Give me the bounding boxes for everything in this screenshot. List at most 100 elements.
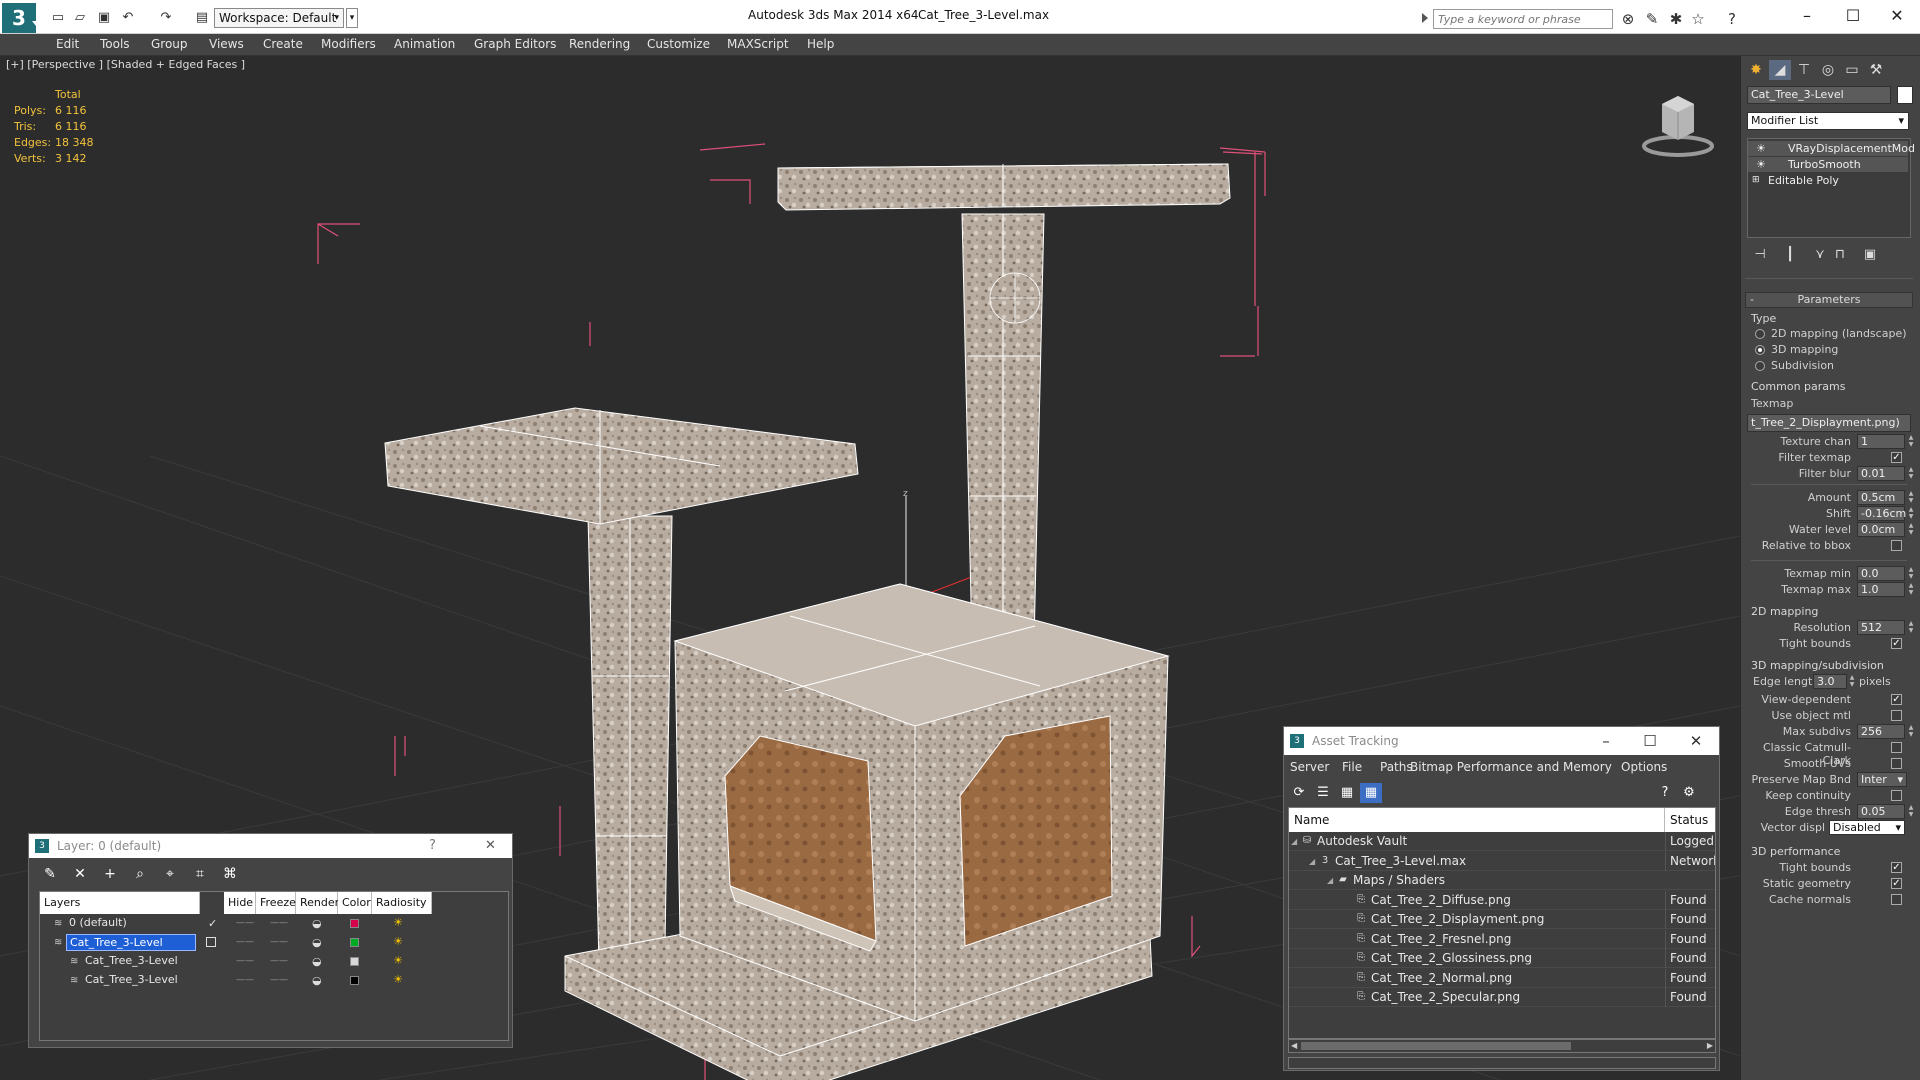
- minimize-button[interactable]: –: [1784, 0, 1830, 32]
- 3d-keep-continuity-checkbox[interactable]: [1891, 790, 1902, 801]
- active-layer-check-icon[interactable]: ✓: [208, 914, 217, 933]
- 3d-use-object-mtl-checkbox[interactable]: [1891, 710, 1902, 721]
- show-end-result-icon[interactable]: ┃: [1781, 246, 1799, 264]
- menu-animation[interactable]: Animation: [394, 37, 455, 51]
- layer-name[interactable]: Cat_Tree_3-Level: [66, 934, 196, 951]
- menu-graph-editors[interactable]: Graph Editors: [474, 37, 556, 51]
- spinner-icon[interactable]: ▲ ▼: [1907, 466, 1915, 481]
- spinner-icon[interactable]: ▲ ▼: [1907, 566, 1915, 581]
- spinner-icon[interactable]: ▲ ▼: [1907, 582, 1915, 597]
- 3d-max-subdivs-field[interactable]: 256: [1857, 724, 1905, 739]
- bulb-icon[interactable]: ☀: [1756, 141, 1766, 156]
- parameters-rollout-header[interactable]: - Parameters: [1745, 292, 1913, 308]
- spinner-icon[interactable]: ▲ ▼: [1907, 804, 1915, 819]
- 3d-smooth-uvs-checkbox[interactable]: [1891, 758, 1902, 769]
- help-icon[interactable]: ?: [1654, 783, 1676, 803]
- app-logo-icon[interactable]: 3: [2, 3, 40, 33]
- relative-to-bbox-checkbox[interactable]: [1891, 540, 1902, 551]
- spinner-icon[interactable]: ▲ ▼: [1907, 506, 1915, 521]
- undo-icon[interactable]: ↶: [120, 10, 136, 25]
- open-file-icon[interactable]: ▱: [72, 10, 88, 25]
- active-layer-box[interactable]: [206, 937, 216, 947]
- menu-modifiers[interactable]: Modifiers: [321, 37, 376, 51]
- hide-toggle[interactable]: ——: [236, 914, 254, 933]
- asset-row[interactable]: ⎘ Cat_Tree_2_Normal.png Found: [1289, 968, 1715, 988]
- radiosity-icon[interactable]: ☀: [392, 974, 404, 986]
- 3d-view-dependent-checkbox[interactable]: ✓: [1891, 694, 1902, 705]
- layer-color-swatch[interactable]: [350, 957, 359, 966]
- perf-tight-bounds-checkbox[interactable]: ✓: [1891, 862, 1902, 873]
- add-to-layer-icon[interactable]: +: [99, 864, 121, 884]
- menu-edit[interactable]: Edit: [56, 37, 79, 51]
- texmap-button[interactable]: t_Tree_2_Displayment.png): [1747, 414, 1911, 432]
- communication-icon[interactable]: ✱: [1666, 9, 1686, 29]
- viewport-label[interactable]: [+] [Perspective ] [Shaded + Edged Faces…: [6, 58, 245, 71]
- perf-cache-normals-checkbox[interactable]: [1891, 894, 1902, 905]
- filter-blur-field[interactable]: 0.01: [1857, 466, 1905, 481]
- layer-color-swatch[interactable]: [350, 919, 359, 928]
- teapot-render-icon[interactable]: ◒: [312, 914, 322, 933]
- asset-menu-bitmap-performance[interactable]: Bitmap Performance and Memory: [1410, 760, 1612, 774]
- bulb-icon[interactable]: ☀: [1756, 157, 1766, 172]
- layer-row[interactable]: ≋ Cat_Tree_3-Level —— —— ◒ ☀: [40, 971, 440, 990]
- tree-collapse-icon[interactable]: ◢: [1327, 871, 1333, 890]
- create-tab-icon[interactable]: ✸: [1745, 60, 1767, 80]
- table-view-icon[interactable]: ▦: [1360, 783, 1382, 803]
- menu-tools[interactable]: Tools: [100, 37, 130, 51]
- 3d-preserve-map-bnd-dropdown[interactable]: Inter ▾: [1857, 772, 1907, 787]
- make-unique-icon[interactable]: ⋎: [1811, 246, 1829, 264]
- layer-color-swatch[interactable]: [350, 938, 359, 947]
- object-color-swatch[interactable]: [1897, 86, 1913, 104]
- layer-row[interactable]: ≋ Cat_Tree_3-Level —— —— ◒ ☀: [40, 933, 440, 952]
- spinner-icon[interactable]: ▲ ▼: [1907, 490, 1915, 505]
- radiosity-icon[interactable]: ☀: [392, 917, 404, 929]
- menu-maxscript[interactable]: MAXScript: [727, 37, 789, 51]
- stack-item-turbosmooth[interactable]: ☀ TurboSmooth: [1748, 157, 1908, 172]
- spinner-icon[interactable]: ▲ ▼: [1907, 522, 1915, 537]
- freeze-toggle[interactable]: ——: [270, 914, 288, 933]
- freeze-toggle[interactable]: ——: [270, 952, 288, 971]
- asset-row[interactable]: ⎘ Cat_Tree_2_Glossiness.png Found: [1289, 949, 1715, 968]
- display-tab-icon[interactable]: ▭: [1841, 60, 1863, 80]
- asset-menu-file[interactable]: File: [1342, 760, 1362, 774]
- teapot-render-icon[interactable]: ◒: [312, 971, 322, 990]
- modifier-list-dropdown[interactable]: Modifier List ▾: [1747, 112, 1909, 130]
- 2d-tight-bounds-checkbox[interactable]: ✓: [1891, 638, 1902, 649]
- delete-layer-icon[interactable]: ✕: [69, 864, 91, 884]
- col-name[interactable]: Name: [1289, 808, 1665, 832]
- col-hide[interactable]: Hide: [224, 892, 256, 914]
- pin-stack-icon[interactable]: ⊣: [1751, 246, 1769, 264]
- layer-row[interactable]: ≋ 0 (default) ✓ —— —— ◒ ☀: [40, 914, 440, 933]
- horizontal-scrollbar[interactable]: ◀ ▶: [1288, 1039, 1716, 1053]
- new-file-icon[interactable]: ▭: [50, 10, 66, 25]
- utilities-tab-icon[interactable]: ⚒: [1865, 60, 1887, 80]
- maximize-button[interactable]: ☐: [1630, 727, 1670, 755]
- close-button[interactable]: ✕: [1874, 0, 1920, 32]
- workspace-dropdown[interactable]: Workspace: Default ▾: [214, 8, 344, 28]
- settings-icon[interactable]: ⚙: [1678, 783, 1700, 803]
- select-objects-icon[interactable]: ⌕: [129, 864, 151, 884]
- freeze-toggle[interactable]: ——: [270, 971, 288, 990]
- 3d-vector-displ-dropdown[interactable]: Disabled ▾: [1829, 820, 1905, 835]
- maximize-button[interactable]: ☐: [1830, 0, 1876, 32]
- layer-name[interactable]: Cat_Tree_3-Level: [82, 972, 202, 989]
- project-folder-icon[interactable]: ▤: [194, 10, 210, 25]
- redo-icon[interactable]: ↷: [158, 10, 174, 25]
- radio-subdivision[interactable]: [1755, 361, 1765, 371]
- workspace-menu-button[interactable]: ▾: [346, 8, 358, 28]
- asset-row[interactable]: ◢ 3 Cat_Tree_3-Level.max Network: [1289, 851, 1715, 871]
- menu-create[interactable]: Create: [263, 37, 303, 51]
- binoculars-icon[interactable]: ⊗: [1618, 9, 1638, 29]
- asset-menu-server[interactable]: Server: [1290, 760, 1329, 774]
- layer-name[interactable]: 0 (default): [66, 915, 186, 932]
- menu-rendering[interactable]: Rendering: [569, 37, 630, 51]
- object-name-field[interactable]: Cat_Tree_3-Level: [1747, 86, 1891, 104]
- scrollbar-thumb[interactable]: [1301, 1042, 1571, 1050]
- spinner-icon[interactable]: ▲ ▼: [1848, 674, 1856, 689]
- close-button[interactable]: ✕: [485, 838, 496, 853]
- highlight-layer-icon[interactable]: ⌖: [159, 864, 181, 884]
- perf-static-geometry-checkbox[interactable]: ✓: [1891, 878, 1902, 889]
- configure-modifier-sets-icon[interactable]: ▣: [1861, 246, 1879, 264]
- list-view-icon[interactable]: ☰: [1312, 783, 1334, 803]
- asset-menu-options[interactable]: Options: [1621, 760, 1667, 774]
